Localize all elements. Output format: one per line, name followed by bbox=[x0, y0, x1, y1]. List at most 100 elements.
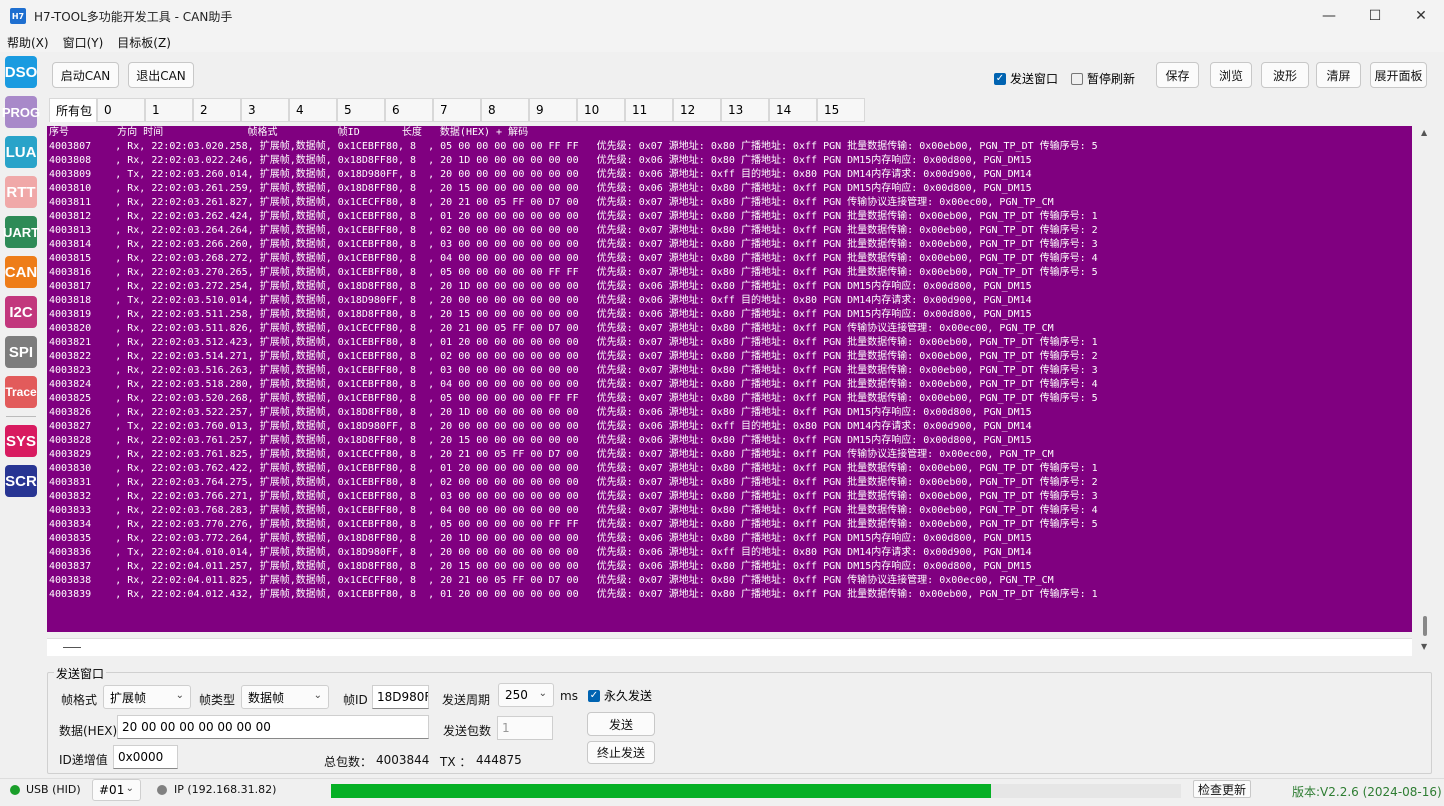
scroll-up-icon[interactable]: ▲ bbox=[1421, 128, 1427, 137]
sidebar-sys-button[interactable]: SYS bbox=[5, 425, 37, 457]
sidebar-dso-button[interactable]: DSO bbox=[5, 56, 37, 88]
scroll-down-icon[interactable]: ▼ bbox=[1421, 642, 1427, 651]
tab-channel-7[interactable]: 7 bbox=[433, 98, 481, 122]
minimize-icon[interactable]: — bbox=[1306, 0, 1352, 32]
ip-status-label: IP (192.168.31.82) bbox=[174, 783, 277, 796]
log-line: 4003834 , Rx, 22:02:03.770.276, 扩展帧,数据帧,… bbox=[49, 519, 1098, 530]
log-line: 4003839 , Rx, 22:02:04.012.432, 扩展帧,数据帧,… bbox=[49, 589, 1098, 600]
sidebar-i2c-button[interactable]: I2C bbox=[5, 296, 37, 328]
frame-id-input[interactable]: 18D980FF bbox=[372, 685, 429, 709]
device-select[interactable]: #01 ⌄ bbox=[92, 779, 141, 801]
tab-channel-6[interactable]: 6 bbox=[385, 98, 433, 122]
send-window-checkbox[interactable]: ✓ 发送窗口 bbox=[994, 70, 1058, 87]
log-line: 4003807 , Rx, 22:02:03.020.258, 扩展帧,数据帧,… bbox=[49, 141, 1098, 152]
log-line: 4003835 , Rx, 22:02:03.772.264, 扩展帧,数据帧,… bbox=[49, 533, 1032, 544]
log-line: 4003837 , Rx, 22:02:04.011.257, 扩展帧,数据帧,… bbox=[49, 561, 1032, 572]
log-line: 4003811 , Rx, 22:02:03.261.827, 扩展帧,数据帧,… bbox=[49, 197, 1054, 208]
tab-channel-4[interactable]: 4 bbox=[289, 98, 337, 122]
log-line: 4003816 , Rx, 22:02:03.270.265, 扩展帧,数据帧,… bbox=[49, 267, 1098, 278]
log-line: 4003813 , Rx, 22:02:03.264.264, 扩展帧,数据帧,… bbox=[49, 225, 1098, 236]
sidebar-uart-button[interactable]: UART bbox=[3, 216, 39, 248]
sidebar-prog-button[interactable]: PROG bbox=[2, 96, 40, 128]
menu-target-board[interactable]: 目标板(Z) bbox=[110, 34, 178, 51]
chevron-down-icon: ⌄ bbox=[125, 783, 134, 794]
sidebar-spi-button[interactable]: SPI bbox=[5, 336, 37, 368]
chevron-down-icon: ⌄ bbox=[313, 690, 322, 701]
tab-all-packets[interactable]: 所有包 bbox=[49, 98, 97, 122]
pause-refresh-label: 暂停刷新 bbox=[1087, 72, 1136, 86]
tab-channel-13[interactable]: 13 bbox=[721, 98, 769, 122]
period-select[interactable]: 250 ⌄ bbox=[498, 683, 554, 707]
frame-format-select[interactable]: 扩展帧 ⌄ bbox=[103, 685, 191, 709]
save-button[interactable]: 保存 bbox=[1156, 62, 1199, 88]
tab-channel-12[interactable]: 12 bbox=[673, 98, 721, 122]
tab-channel-2[interactable]: 2 bbox=[193, 98, 241, 122]
expand-panel-button[interactable]: 展开面板 bbox=[1370, 62, 1427, 88]
menu-help[interactable]: 帮助(X) bbox=[0, 34, 56, 51]
chevron-down-icon: ⌄ bbox=[538, 688, 547, 699]
log-lines: 4003807 , Rx, 22:02:03.020.258, 扩展帧,数据帧,… bbox=[47, 140, 1412, 602]
title-bar: H7 H7-TOOL多功能开发工具 - CAN助手 — ☐ ✕ bbox=[0, 0, 1444, 32]
tab-channel-5[interactable]: 5 bbox=[337, 98, 385, 122]
tab-channel-11[interactable]: 11 bbox=[625, 98, 673, 122]
horizontal-scrollbar-thumb[interactable] bbox=[63, 647, 81, 648]
scrollbar-thumb[interactable] bbox=[1423, 616, 1427, 636]
checkbox-unchecked-icon bbox=[1071, 72, 1083, 85]
sidebar-scr-button[interactable]: SCR bbox=[5, 465, 37, 497]
horizontal-scrollbar[interactable] bbox=[47, 638, 1412, 656]
tab-channel-3[interactable]: 3 bbox=[241, 98, 289, 122]
waveform-button[interactable]: 波形 bbox=[1261, 62, 1309, 88]
frame-id-label: 帧ID bbox=[343, 693, 368, 707]
tab-channel-10[interactable]: 10 bbox=[577, 98, 625, 122]
clear-button[interactable]: 清屏 bbox=[1316, 62, 1361, 88]
start-can-button[interactable]: 启动CAN bbox=[52, 62, 119, 88]
maximize-icon[interactable]: ☐ bbox=[1352, 0, 1398, 32]
log-line: 4003826 , Rx, 22:02:03.522.257, 扩展帧,数据帧,… bbox=[49, 407, 1032, 418]
id-increment-input[interactable]: 0x0000 bbox=[113, 745, 178, 769]
sidebar-can-button[interactable]: CAN bbox=[5, 256, 37, 288]
device-value: #01 bbox=[99, 783, 125, 797]
frame-type-select[interactable]: 数据帧 ⌄ bbox=[241, 685, 329, 709]
menu-window[interactable]: 窗口(Y) bbox=[56, 34, 111, 51]
stop-send-button[interactable]: 终止发送 bbox=[587, 741, 655, 764]
log-line: 4003831 , Rx, 22:02:03.764.275, 扩展帧,数据帧,… bbox=[49, 477, 1098, 488]
progress-bar bbox=[331, 784, 991, 798]
ip-status-icon bbox=[157, 785, 167, 795]
forever-send-checkbox[interactable]: ✓ 永久发送 bbox=[588, 687, 652, 704]
log-line: 4003830 , Rx, 22:02:03.762.422, 扩展帧,数据帧,… bbox=[49, 463, 1098, 474]
tab-channel-1[interactable]: 1 bbox=[145, 98, 193, 122]
tab-channel-9[interactable]: 9 bbox=[529, 98, 577, 122]
data-hex-input[interactable]: 20 00 00 00 00 00 00 00 bbox=[117, 715, 429, 739]
log-line: 4003818 , Tx, 22:02:03.510.014, 扩展帧,数据帧,… bbox=[49, 295, 1032, 306]
id-increment-label: ID递增值 bbox=[59, 753, 108, 767]
sidebar-trace-button[interactable]: Trace bbox=[5, 376, 37, 408]
sidebar-rtt-button[interactable]: RTT bbox=[5, 176, 37, 208]
browse-button[interactable]: 浏览 bbox=[1210, 62, 1252, 88]
tab-channel-15[interactable]: 15 bbox=[817, 98, 865, 122]
tab-channel-8[interactable]: 8 bbox=[481, 98, 529, 122]
can-log-view[interactable]: 序号 方向 时间 帧格式 帧ID 长度 数据(HEX) + 解码 4003807… bbox=[47, 126, 1412, 632]
channel-tabs: 所有包 0 1 2 3 4 5 6 7 8 9 10 11 12 13 14 15 bbox=[49, 98, 865, 122]
period-label: 发送周期 bbox=[442, 693, 491, 707]
log-line: 4003808 , Rx, 22:02:03.022.246, 扩展帧,数据帧,… bbox=[49, 155, 1032, 166]
log-line: 4003827 , Tx, 22:02:03.760.013, 扩展帧,数据帧,… bbox=[49, 421, 1032, 432]
send-count-input[interactable]: 1 bbox=[497, 716, 553, 740]
log-line: 4003820 , Rx, 22:02:03.511.826, 扩展帧,数据帧,… bbox=[49, 323, 1054, 334]
tab-channel-14[interactable]: 14 bbox=[769, 98, 817, 122]
checkbox-checked-icon: ✓ bbox=[994, 72, 1006, 85]
log-line: 4003833 , Rx, 22:02:03.768.283, 扩展帧,数据帧,… bbox=[49, 505, 1098, 516]
exit-can-button[interactable]: 退出CAN bbox=[128, 62, 194, 88]
vertical-scrollbar[interactable]: ▲ ▼ bbox=[1418, 126, 1432, 656]
frame-type-label: 帧类型 bbox=[199, 693, 236, 707]
pause-refresh-checkbox[interactable]: 暂停刷新 bbox=[1071, 70, 1135, 87]
log-line: 4003821 , Rx, 22:02:03.512.423, 扩展帧,数据帧,… bbox=[49, 337, 1098, 348]
tab-channel-0[interactable]: 0 bbox=[97, 98, 145, 122]
close-icon[interactable]: ✕ bbox=[1398, 0, 1444, 32]
check-update-button[interactable]: 检查更新 bbox=[1193, 780, 1251, 798]
log-line: 4003814 , Rx, 22:02:03.266.260, 扩展帧,数据帧,… bbox=[49, 239, 1098, 250]
sidebar-lua-button[interactable]: LUA bbox=[5, 136, 37, 168]
send-count-label: 发送包数 bbox=[443, 724, 492, 738]
log-header: 序号 方向 时间 帧格式 帧ID 长度 数据(HEX) + 解码 bbox=[49, 127, 529, 138]
send-button[interactable]: 发送 bbox=[587, 712, 655, 736]
log-line: 4003823 , Rx, 22:02:03.516.263, 扩展帧,数据帧,… bbox=[49, 365, 1098, 376]
